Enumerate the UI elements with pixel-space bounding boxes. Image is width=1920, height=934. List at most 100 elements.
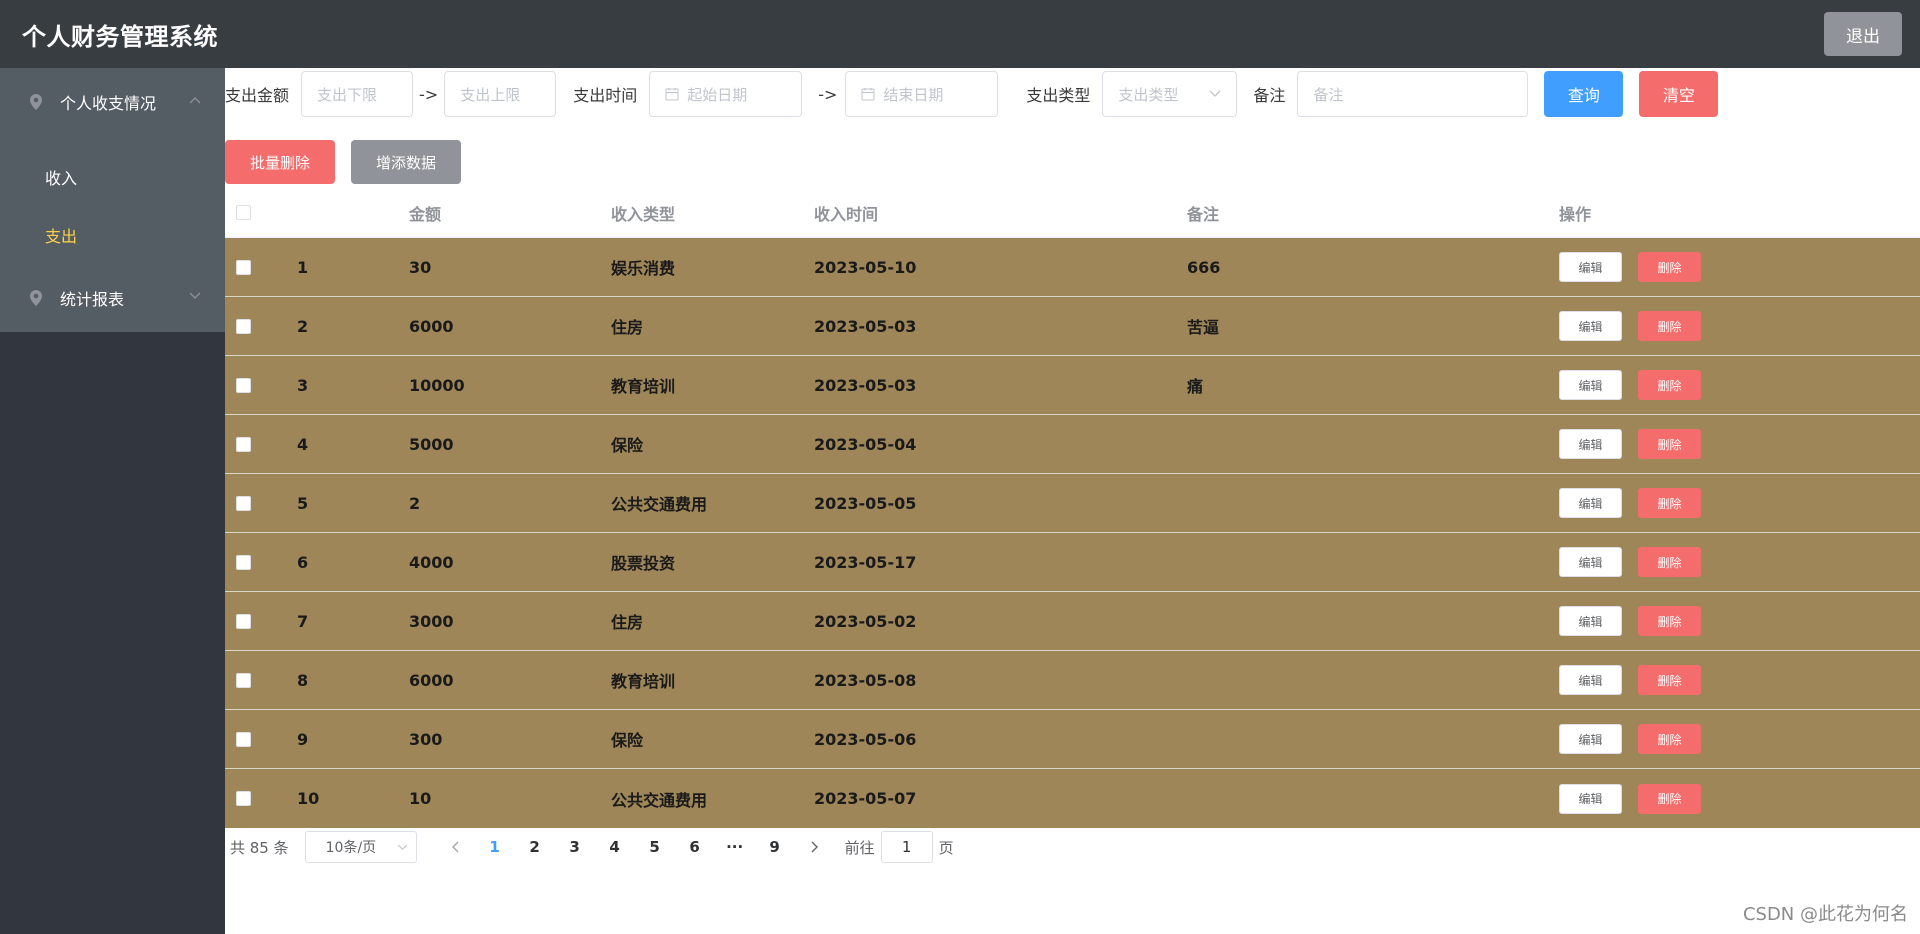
row-type: 娱乐消费 (611, 259, 676, 278)
chevron-up-icon (189, 97, 201, 104)
delete-button[interactable]: 删除 (1638, 252, 1701, 282)
row-amount: 10 (409, 789, 432, 808)
row-amount: 4000 (409, 552, 454, 572)
row-checkbox[interactable] (236, 554, 251, 570)
add-data-button[interactable]: 增添数据 (351, 140, 461, 184)
edit-button[interactable]: 编辑 (1559, 606, 1622, 636)
row-index: 8 (297, 670, 309, 690)
row-note: 痛 (1187, 377, 1204, 396)
bulk-delete-button[interactable]: 批量删除 (225, 140, 335, 184)
edit-button[interactable]: 编辑 (1559, 488, 1622, 518)
amount-max-input[interactable]: 支出上限 (444, 71, 557, 117)
delete-button[interactable]: 删除 (1638, 606, 1701, 636)
goto-page: 前往 1 页 (845, 831, 954, 863)
row-type: 公共交通费用 (611, 790, 708, 810)
row-type: 教育培训 (611, 672, 676, 691)
row-index: 3 (297, 375, 309, 395)
edit-button[interactable]: 编辑 (1559, 370, 1622, 400)
delete-button[interactable]: 删除 (1638, 429, 1701, 459)
page-number[interactable]: 1 (475, 838, 515, 856)
menu-group-finance[interactable]: 个人收支情况 (0, 68, 225, 136)
menu-item-income[interactable]: 收入 (0, 148, 225, 206)
header-time: 收入时间 (814, 204, 879, 224)
edit-button[interactable]: 编辑 (1559, 311, 1622, 341)
start-date-input[interactable]: 起始日期 (649, 71, 803, 117)
page-number[interactable]: 5 (635, 838, 675, 856)
menu-item-expense[interactable]: 支出 (0, 206, 225, 264)
goto-label: 前往 (844, 838, 875, 857)
row-type: 教育培训 (611, 377, 676, 396)
header-note: 备注 (1187, 204, 1220, 224)
row-index: 5 (297, 493, 309, 513)
chevron-down-icon (397, 843, 407, 850)
row-checkbox[interactable] (236, 731, 251, 747)
start-date-placeholder: 起始日期 (687, 85, 748, 104)
page-number[interactable]: 4 (595, 838, 635, 856)
end-date-placeholder: 结束日期 (883, 85, 944, 104)
delete-button[interactable]: 删除 (1638, 370, 1701, 400)
delete-button[interactable]: 删除 (1638, 724, 1701, 754)
logout-button[interactable]: 退出 (1824, 12, 1902, 56)
row-checkbox[interactable] (236, 613, 251, 629)
type-select[interactable]: 支出类型 (1102, 71, 1238, 117)
page-size-select[interactable]: 10条/页 (304, 831, 417, 863)
row-type: 保险 (611, 731, 644, 750)
table-row: 7 3000 住房 2023-05-02 编辑 删除 (225, 592, 1920, 651)
calendar-icon (861, 88, 875, 101)
row-time: 2023-05-08 (814, 670, 917, 690)
page-ellipsis[interactable]: ··· (715, 838, 755, 856)
action-bar: 批量删除 增添数据 (225, 140, 461, 184)
edit-button[interactable]: 编辑 (1559, 665, 1622, 695)
page-number[interactable]: 9 (755, 838, 795, 856)
row-time: 2023-05-04 (814, 434, 917, 454)
row-amount: 2 (409, 493, 421, 513)
delete-button[interactable]: 删除 (1638, 488, 1701, 518)
query-button[interactable]: 查询 (1544, 71, 1624, 117)
table-row: 3 10000 教育培训 2023-05-03 痛 编辑 删除 (225, 356, 1920, 415)
pagination: 共 85 条 10条/页 1 2 3 4 5 6 ··· 9 前往 1 页 (230, 831, 954, 863)
end-date-input[interactable]: 结束日期 (845, 71, 999, 117)
row-time: 2023-05-06 (814, 729, 917, 749)
row-checkbox[interactable] (236, 672, 251, 688)
edit-button[interactable]: 编辑 (1559, 252, 1622, 282)
row-amount: 6000 (409, 316, 454, 336)
page-number[interactable]: 2 (515, 838, 555, 856)
sidebar-menu: 个人收支情况 收入 支出 统计报表 (0, 68, 225, 332)
row-time: 2023-05-05 (814, 493, 917, 513)
delete-button[interactable]: 删除 (1638, 665, 1701, 695)
row-index: 4 (297, 434, 309, 454)
menu-group-reports-label: 统计报表 (60, 290, 125, 309)
row-checkbox[interactable] (236, 377, 251, 393)
edit-button[interactable]: 编辑 (1559, 783, 1622, 814)
delete-button[interactable]: 删除 (1638, 311, 1701, 341)
note-input[interactable]: 备注 (1297, 71, 1529, 117)
page-number[interactable]: 6 (675, 838, 715, 856)
edit-button[interactable]: 编辑 (1559, 547, 1622, 577)
next-page-button[interactable] (795, 838, 835, 857)
row-time: 2023-05-17 (814, 552, 917, 572)
row-index: 7 (297, 611, 309, 631)
delete-button[interactable]: 删除 (1638, 547, 1701, 577)
row-checkbox[interactable] (236, 436, 251, 452)
row-checkbox[interactable] (236, 318, 251, 334)
clear-button[interactable]: 清空 (1639, 71, 1719, 117)
row-checkbox[interactable] (236, 259, 251, 275)
row-time: 2023-05-07 (814, 789, 917, 808)
row-type: 股票投资 (611, 554, 676, 573)
delete-button[interactable]: 删除 (1638, 783, 1701, 814)
prev-page-button[interactable] (435, 838, 475, 857)
goto-page-input[interactable]: 1 (880, 831, 933, 863)
select-all-checkbox[interactable] (236, 205, 251, 220)
row-index: 6 (297, 552, 309, 572)
row-type: 公共交通费用 (611, 495, 708, 514)
menu-group-reports[interactable]: 统计报表 (0, 264, 225, 332)
row-checkbox[interactable] (236, 791, 251, 806)
table-row: 2 6000 住房 2023-05-03 苦逼 编辑 删除 (225, 297, 1920, 356)
page-number[interactable]: 3 (555, 838, 595, 856)
row-checkbox[interactable] (236, 495, 251, 511)
edit-button[interactable]: 编辑 (1559, 429, 1622, 459)
amount-min-input[interactable]: 支出下限 (301, 71, 414, 117)
edit-button[interactable]: 编辑 (1559, 724, 1622, 754)
chevron-right-icon (811, 841, 818, 852)
row-time: 2023-05-02 (814, 611, 917, 631)
